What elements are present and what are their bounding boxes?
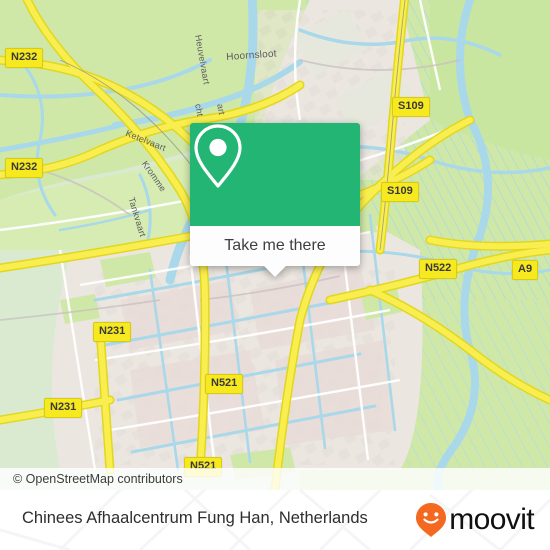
map-canvas[interactable]: Heuvelvaart Hoornsloot cht art Ketelvaar… [0,0,550,490]
road-shield-n522[interactable]: N522 [419,259,458,279]
popup-image-area [190,123,360,226]
take-me-there-label: Take me there [224,237,326,254]
popup-action-bar[interactable]: Take me there [190,226,360,277]
road-shield-a9[interactable]: A9 [512,260,539,280]
moovit-wordmark: moovit [449,503,534,536]
location-pin-icon [194,124,242,188]
page-title: Chinees Afhaalcentrum Fung Han, Netherla… [22,509,368,527]
waterway-label: cht [193,103,206,118]
popup-pointer [264,266,286,277]
road-shield-n231-lower[interactable]: N231 [44,398,83,418]
road-shield-s109-upper[interactable]: S109 [392,97,430,117]
moovit-pin-icon [416,503,447,537]
road-shield-s109-lower[interactable]: S109 [381,182,419,202]
waterway-label: art [215,103,227,116]
road-shield-n232-upper[interactable]: N232 [5,48,44,68]
road-shield-n521-upper[interactable]: N521 [205,374,244,394]
moovit-map-screenshot: Heuvelvaart Hoornsloot cht art Ketelvaar… [0,0,550,550]
road-shield-n232-lower[interactable]: N232 [5,158,44,178]
footer-bar: Chinees Afhaalcentrum Fung Han, Netherla… [0,490,550,550]
road-shield-n231-upper[interactable]: N231 [93,322,132,342]
moovit-brand-logo[interactable]: moovit [414,503,535,537]
map-attribution-bar: © OpenStreetMap contributors [0,468,550,490]
osm-attribution-text[interactable]: © OpenStreetMap contributors [0,472,183,486]
location-popup-card[interactable]: Take me there [190,123,360,277]
